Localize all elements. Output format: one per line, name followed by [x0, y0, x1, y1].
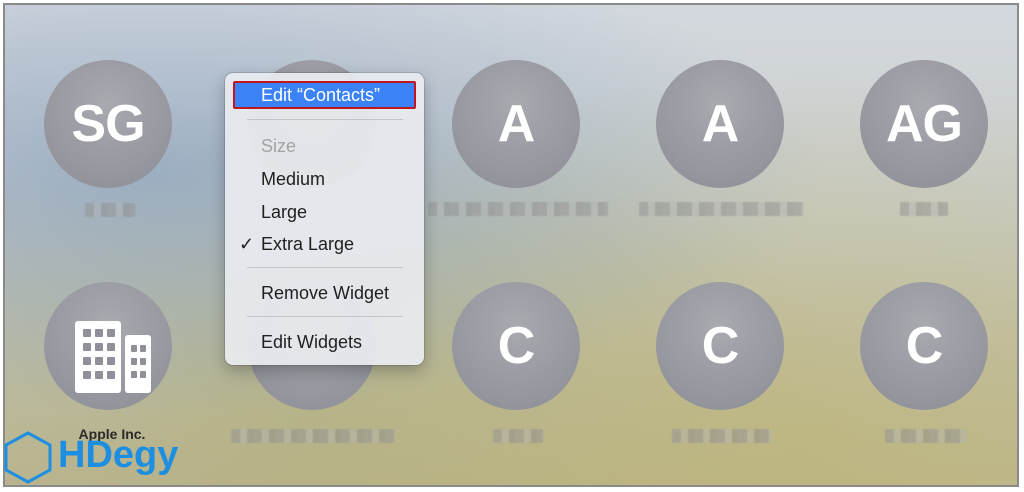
contact-name-blurred: [900, 202, 948, 216]
contact-name-blurred: [639, 202, 804, 216]
size-header: Size: [261, 136, 297, 156]
edit-contacts-label[interactable]: Edit “Contacts”: [261, 85, 380, 106]
context-menu: Edit “Contacts” Size Medium Large ✓ Extr…: [225, 73, 424, 365]
contact-avatar-c-3[interactable]: C: [860, 282, 988, 410]
menu-separator: [247, 119, 403, 120]
remove-widget-item[interactable]: Remove Widget: [261, 283, 389, 304]
building-icon: [75, 321, 151, 393]
contact-name-blurred: [672, 429, 772, 443]
contact-avatar-a[interactable]: A: [452, 60, 580, 188]
contact-name-blurred: [85, 203, 135, 217]
contact-avatar-c-2[interactable]: C: [656, 282, 784, 410]
checkmark-icon: ✓: [239, 234, 255, 254]
menu-separator: [247, 267, 403, 268]
contact-initials: C: [905, 317, 944, 375]
contact-name-blurred: [493, 429, 543, 443]
menu-separator: [247, 316, 403, 317]
contact-name-blurred: [231, 429, 396, 443]
contact-initials: SG: [71, 95, 145, 153]
contact-initials: C: [701, 317, 740, 375]
widget-screenshot: SG A A AG Apple Inc. C C C Edit “Contact…: [3, 3, 1019, 487]
size-medium-item[interactable]: Medium: [261, 169, 325, 190]
contact-name-blurred: [885, 429, 967, 443]
watermark-text: HDegy: [58, 434, 179, 476]
size-large-item[interactable]: Large: [261, 202, 307, 223]
contact-avatar-ag[interactable]: AG: [860, 60, 988, 188]
contact-initials: A: [701, 95, 740, 153]
edit-widgets-item[interactable]: Edit Widgets: [261, 332, 362, 353]
contact-avatar-sg[interactable]: SG: [44, 60, 172, 188]
contact-avatar-c[interactable]: C: [452, 282, 580, 410]
contact-avatar-a-2[interactable]: A: [656, 60, 784, 188]
contact-initials: A: [497, 95, 536, 153]
contact-initials: AG: [886, 95, 963, 153]
contact-name-blurred: [428, 202, 608, 216]
contact-initials: C: [497, 317, 536, 375]
size-extra-large-item[interactable]: Extra Large: [261, 234, 354, 255]
